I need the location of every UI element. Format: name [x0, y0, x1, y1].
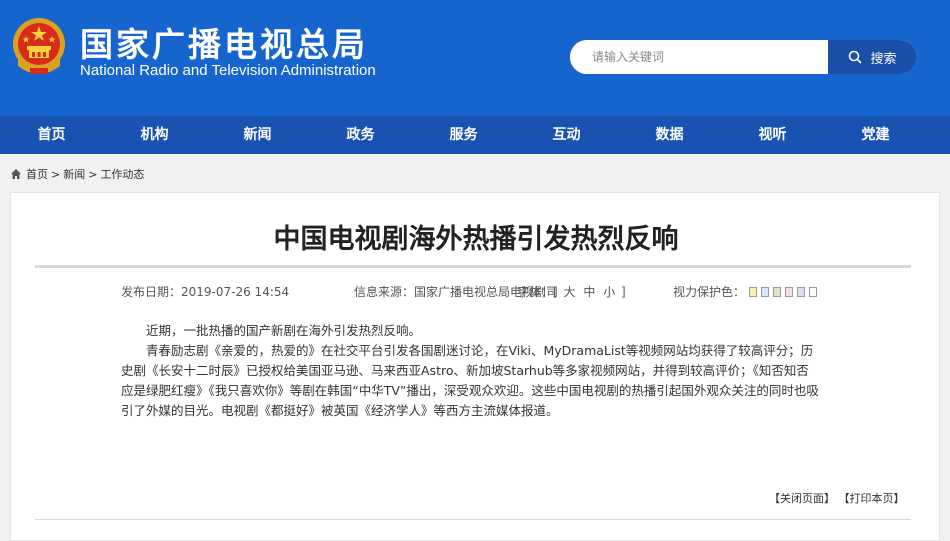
site-title-cn: 国家广播电视总局	[80, 25, 368, 64]
font-size-control: 字体：[ 大 中 小 ]	[517, 283, 626, 300]
vision-color-swatch-green[interactable]	[773, 286, 782, 297]
site-header: 国家广播电视总局 National Radio and Television A…	[0, 0, 950, 116]
article-paragraph: 青春励志剧《亲爱的，热爱的》在社交平台引发各国剧迷讨论，在Viki、MyDram…	[121, 343, 819, 418]
nav-item-data[interactable]: 数据	[618, 116, 721, 154]
breadcrumb: 首页 > 新闻 > 工作动态	[10, 166, 144, 182]
search-box: 搜索	[570, 40, 917, 74]
nav-item-news[interactable]: 新闻	[206, 116, 309, 154]
font-size-label: 字体：[	[517, 285, 558, 299]
nav-item-home[interactable]: 首页	[0, 116, 103, 154]
search-input[interactable]	[570, 40, 828, 74]
article-title: 中国电视剧海外热播引发热烈反响	[273, 224, 679, 255]
breadcrumb-work-updates[interactable]: 工作动态	[100, 166, 144, 182]
vision-color-swatch-blue[interactable]	[761, 286, 770, 297]
main-nav: 首页 机构 新闻 政务 服务 互动 数据 视听 党建	[0, 116, 950, 154]
nav-item-party-building[interactable]: 党建	[824, 116, 927, 154]
footer-divider	[35, 519, 911, 520]
search-button[interactable]: 搜索	[828, 40, 917, 74]
breadcrumb-separator: >	[88, 167, 98, 181]
breadcrumb-news[interactable]: 新闻	[63, 166, 85, 182]
vision-protection-control: 视力保护色：	[673, 283, 818, 300]
breadcrumb-home[interactable]: 首页	[26, 166, 48, 182]
breadcrumb-separator: >	[51, 167, 61, 181]
nav-item-services[interactable]: 服务	[412, 116, 515, 154]
vision-protection-label: 视力保护色：	[673, 285, 746, 299]
font-size-medium[interactable]: 中	[583, 285, 595, 299]
publish-date: 发布日期：2019-07-26 14:54	[121, 285, 290, 299]
vision-color-swatch-white[interactable]	[809, 286, 818, 297]
nav-item-audiovisual[interactable]: 视听	[721, 116, 824, 154]
nav-item-government-affairs[interactable]: 政务	[309, 116, 412, 154]
site-title-en: National Radio and Television Administra…	[80, 62, 376, 79]
search-button-label: 搜索	[870, 51, 897, 67]
vision-color-swatch-yellow[interactable]	[749, 286, 758, 297]
home-icon	[11, 169, 21, 179]
font-size-suffix: ]	[621, 285, 626, 299]
article-body: 近期，一批热播的国产新剧在海外引发热烈反响。 青春励志剧《亲爱的，热爱的》在社交…	[121, 321, 821, 421]
nav-item-interaction[interactable]: 互动	[515, 116, 618, 154]
article-paragraph: 近期，一批热播的国产新剧在海外引发热烈反响。	[146, 323, 422, 338]
vision-color-swatch-pink[interactable]	[785, 286, 794, 297]
nav-item-organization[interactable]: 机构	[103, 116, 206, 154]
font-size-small[interactable]: 小	[603, 285, 615, 299]
close-page-link[interactable]: 【关闭页面】	[769, 492, 835, 505]
article-container: 中国电视剧海外热播引发热烈反响 发布日期：2019-07-26 14:54 信息…	[10, 192, 940, 541]
title-divider	[35, 265, 911, 268]
search-icon	[849, 50, 863, 64]
article-footer-links: 【关闭页面】 【打印本页】	[769, 490, 905, 506]
vision-color-swatch-purple[interactable]	[797, 286, 806, 297]
print-page-link[interactable]: 【打印本页】	[839, 492, 905, 505]
font-size-large[interactable]: 大	[564, 285, 576, 299]
national-emblem-icon	[13, 18, 65, 74]
